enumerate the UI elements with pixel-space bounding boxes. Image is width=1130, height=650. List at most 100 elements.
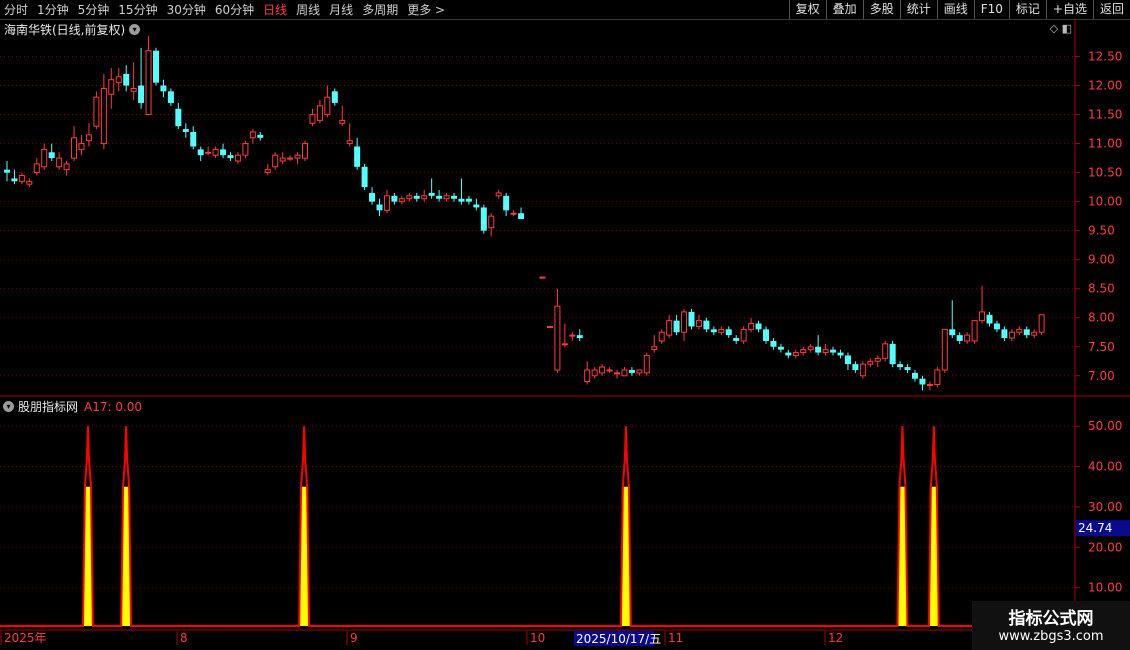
candle-body — [480, 207, 487, 231]
candle — [18, 172, 25, 185]
candle — [63, 161, 70, 176]
candle — [718, 326, 725, 336]
candle — [606, 367, 613, 373]
candle-body — [383, 195, 390, 211]
candle-body — [591, 369, 598, 377]
candle-body — [220, 149, 227, 156]
candle-body — [710, 329, 717, 333]
candle-body — [1001, 329, 1008, 339]
candle-body — [763, 329, 769, 341]
candle-body — [428, 192, 435, 196]
candle-body — [369, 192, 376, 202]
candle — [436, 190, 443, 202]
candle — [971, 320, 978, 344]
candle — [369, 187, 376, 205]
candle — [979, 285, 986, 324]
candle — [242, 140, 249, 159]
candle-body — [539, 276, 546, 279]
candle — [889, 340, 896, 368]
candle — [621, 367, 628, 377]
price-tick-label: 12.00 — [1088, 79, 1122, 93]
candle-body — [777, 346, 784, 350]
price-tick-label: 8.50 — [1088, 282, 1115, 296]
candle-body — [979, 311, 986, 322]
date-highlight-label: 2025/10/17/五 — [576, 632, 661, 646]
candle — [451, 192, 457, 202]
candle-body — [227, 155, 234, 159]
candle-body — [26, 180, 33, 185]
candle — [48, 143, 55, 161]
candle-body — [912, 372, 918, 379]
chevron-down-icon[interactable]: ▾ — [3, 401, 14, 412]
indicator-tick-label: 50.00 — [1088, 419, 1122, 433]
candle-body — [361, 166, 368, 188]
candle-body — [115, 76, 122, 84]
candle — [309, 108, 316, 127]
candle — [413, 192, 420, 202]
date-label: 10 — [530, 631, 545, 645]
candle-body — [130, 87, 137, 92]
candle-body — [495, 192, 502, 197]
candle-body — [279, 157, 286, 162]
candle-body — [733, 338, 740, 341]
candle — [279, 152, 286, 164]
candle — [339, 105, 346, 127]
candle-body — [561, 343, 568, 346]
candle — [123, 65, 130, 92]
candle — [964, 332, 971, 344]
candle-body — [830, 349, 837, 353]
candle-body — [546, 325, 553, 328]
candle-body — [934, 369, 941, 385]
price-tick-label: 8.00 — [1088, 311, 1115, 325]
candle-body — [510, 212, 517, 215]
price-tick-label: 10.00 — [1088, 195, 1122, 209]
candle — [130, 62, 137, 101]
candle-body — [331, 91, 338, 103]
date-label: 9 — [350, 631, 358, 645]
candle-body — [941, 328, 948, 371]
candle — [1008, 329, 1015, 341]
candle-body — [451, 195, 457, 199]
candle-body — [436, 195, 443, 199]
candle-body — [673, 320, 680, 333]
candle-body — [792, 352, 799, 356]
candle — [733, 335, 740, 344]
candle — [234, 152, 241, 164]
candle-body — [576, 335, 583, 339]
candle-body — [33, 163, 40, 174]
candle — [503, 192, 510, 217]
candle — [859, 361, 866, 379]
candle — [1016, 326, 1023, 336]
candle-body — [636, 369, 643, 374]
candle-body — [882, 343, 889, 359]
candle — [688, 309, 695, 330]
candle — [576, 329, 583, 341]
watermark-url: www.zbgs3.com — [998, 629, 1104, 644]
candle — [376, 198, 383, 217]
candle-body — [324, 96, 331, 116]
candle-body — [926, 383, 933, 386]
candle-body — [852, 364, 859, 370]
candle — [852, 361, 859, 373]
candle-body — [272, 154, 279, 168]
candle-body — [56, 157, 63, 168]
stock-chart[interactable]: 12.50 12.00 11.50 11.00 10.50 10.00 9.50 9.00 8.… — [0, 0, 1130, 650]
candle — [792, 349, 799, 359]
candle-body — [770, 340, 777, 347]
candle-body — [302, 143, 308, 159]
candle-body — [488, 215, 495, 229]
price-tick-label: 11.00 — [1088, 137, 1122, 151]
candle-body — [859, 363, 866, 377]
candle — [636, 369, 643, 376]
candle — [777, 343, 784, 353]
candle — [748, 317, 755, 333]
candle-body — [889, 343, 896, 365]
candle — [666, 314, 673, 339]
candle — [227, 152, 234, 161]
candle — [257, 131, 264, 141]
candle — [1031, 329, 1038, 339]
candle — [182, 123, 189, 138]
candle — [316, 100, 323, 124]
candle-body — [108, 79, 115, 95]
candle-body — [1008, 331, 1015, 339]
